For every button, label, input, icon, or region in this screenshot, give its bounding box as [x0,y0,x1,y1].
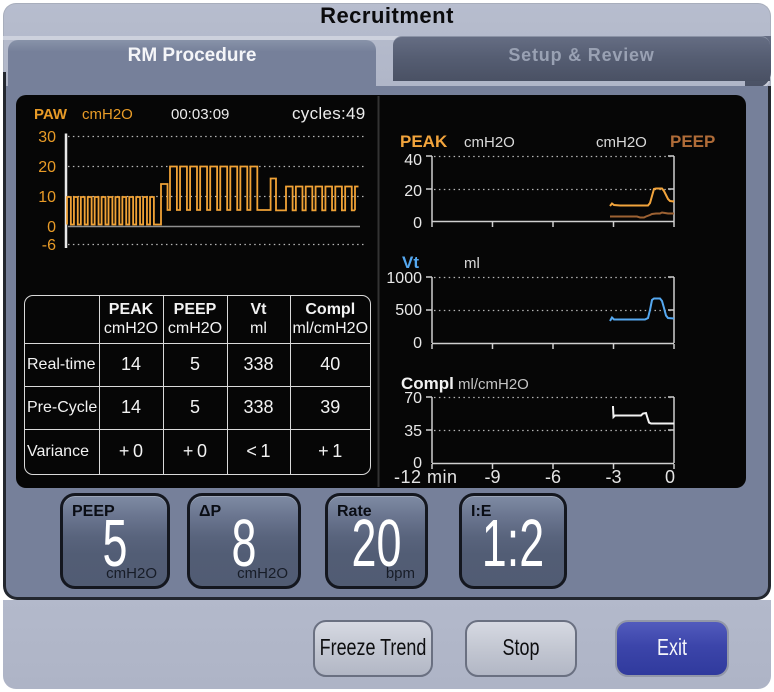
svg-text:-9: -9 [484,467,500,487]
svg-text:ml: ml [464,255,480,272]
svg-text:30: 30 [38,129,56,146]
svg-text:PEEP: PEEP [670,132,715,151]
svg-text:40: 40 [404,152,422,169]
svg-text:70: 70 [404,390,422,407]
svg-text:10: 10 [38,189,56,206]
svg-text:0: 0 [47,219,56,236]
svg-text:0: 0 [413,335,422,352]
svg-text:-12 min: -12 min [394,467,458,487]
svg-text:20: 20 [404,183,422,200]
svg-text:cmH2O: cmH2O [596,134,647,151]
svg-text:PAW: PAW [34,106,68,123]
svg-text:0: 0 [413,215,422,232]
svg-text:cmH2O: cmH2O [464,134,515,151]
svg-text:20: 20 [38,159,56,176]
svg-text:cycles:49: cycles:49 [292,104,366,123]
svg-text:1000: 1000 [386,270,422,287]
svg-text:-6: -6 [42,237,56,254]
svg-text:-3: -3 [605,467,621,487]
svg-text:PEAK: PEAK [400,132,448,151]
svg-text:cmH2O: cmH2O [82,106,133,123]
svg-text:00:03:09: 00:03:09 [171,106,229,123]
svg-text:-6: -6 [545,467,561,487]
svg-text:35: 35 [404,423,422,440]
svg-text:ml/cmH2O: ml/cmH2O [458,376,529,393]
svg-text:500: 500 [395,302,422,319]
svg-text:0: 0 [665,467,675,487]
